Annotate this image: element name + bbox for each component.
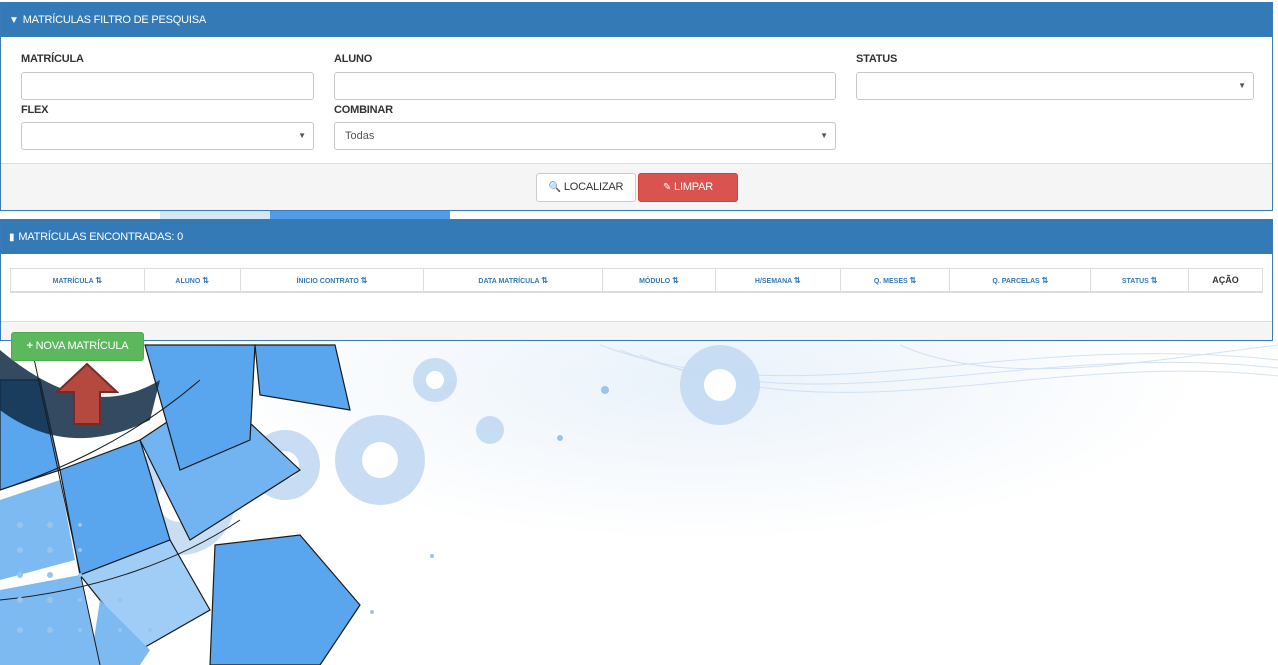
column-header[interactable]: Q. MESES ⇅ (841, 269, 951, 291)
combinar-label: COMBINAR (334, 104, 393, 116)
sort-icon: ⇅ (1041, 276, 1049, 285)
sort-icon: ⇅ (1150, 276, 1158, 285)
status-select[interactable]: ▼ (856, 72, 1254, 100)
status-label: STATUS (856, 53, 898, 65)
results-panel-footer (1, 321, 1272, 340)
combinar-select-value: Todas (345, 130, 375, 142)
limpar-button-label: LIMPAR (674, 181, 713, 193)
nova-matricula-button-label: NOVA MATRÍCULA (35, 340, 129, 352)
sort-icon: ⇅ (541, 276, 548, 285)
column-header-label: Q. PARCELAS (992, 278, 1040, 285)
column-header-label: ÍNICIO CONTRATO (296, 278, 359, 285)
column-header[interactable]: Q. PARCELAS ⇅ (950, 269, 1092, 291)
localizar-button[interactable]: 🔍 LOCALIZAR (536, 173, 636, 202)
column-header-acao: AÇÃO (1212, 275, 1239, 285)
flex-label: FLEX (21, 104, 49, 116)
nova-matricula-button[interactable]: + NOVA MATRÍCULA (11, 332, 144, 361)
column-header-label: Q. MESES (873, 278, 908, 285)
column-header[interactable]: ALUNO ⇅ (145, 269, 241, 291)
filter-icon: ▼ (9, 15, 19, 26)
results-panel: ▮ MATRÍCULAS ENCONTRADAS: 0 MATRÍCULA ⇅ A… (0, 219, 1273, 341)
caret-down-icon: ▼ (298, 131, 306, 140)
column-header-label: DATA MATRÍCULA (478, 278, 540, 285)
matricula-input[interactable] (21, 72, 314, 100)
filter-panel-footer: 🔍 LOCALIZAR ✎ LIMPAR (1, 163, 1272, 210)
filter-panel-title: MATRÍCULAS FILTRO DE PESQUISA (22, 14, 206, 26)
sort-icon: ⇅ (95, 276, 103, 285)
column-header-label: MATRÍCULA (52, 278, 94, 285)
column-header-label: H/SEMANA (754, 278, 792, 285)
filter-panel-header: ▼ MATRÍCULAS FILTRO DE PESQUISA (1, 3, 1272, 37)
column-header-label: STATUS (1121, 278, 1149, 285)
aluno-input[interactable] (334, 72, 836, 100)
caret-down-icon: ▼ (1238, 81, 1246, 90)
caret-down-icon: ▼ (820, 131, 828, 140)
aluno-label: ALUNO (334, 53, 373, 65)
plus-icon: + (26, 340, 33, 352)
filter-panel: ▼ MATRÍCULAS FILTRO DE PESQUISA MATRÍCULA… (0, 2, 1273, 211)
matricula-label: MATRÍCULA (21, 53, 84, 65)
column-header[interactable]: H/SEMANA ⇅ (716, 269, 841, 291)
results-table: MATRÍCULA ⇅ ALUNO ⇅ ÍNICIO CONTRATO ⇅ DA… (10, 268, 1263, 293)
column-header-label: ALUNO (175, 278, 201, 285)
results-panel-header: ▮ MATRÍCULAS ENCONTRADAS: 0 (1, 220, 1272, 254)
sort-icon: ⇅ (909, 276, 917, 285)
sort-icon: ⇅ (202, 276, 209, 285)
eraser-icon: ✎ (663, 182, 672, 193)
sort-icon: ⇅ (360, 276, 368, 285)
sort-icon: ⇅ (672, 276, 679, 285)
column-header[interactable]: MATRÍCULA ⇅ (11, 269, 145, 291)
sort-icon: ⇅ (793, 276, 801, 285)
arrow-up-icon (55, 362, 119, 425)
combinar-select[interactable]: Todas ▼ (334, 122, 836, 150)
search-icon: 🔍 (548, 182, 562, 193)
copy-icon: ▮ (9, 232, 15, 243)
localizar-button-label: LOCALIZAR (563, 181, 624, 193)
results-panel-title: MATRÍCULAS ENCONTRADAS: 0 (18, 231, 184, 243)
column-header-label: MÓDULO (639, 278, 671, 285)
column-header[interactable]: STATUS ⇅ (1091, 269, 1190, 291)
column-header[interactable]: ÍNICIO CONTRATO ⇅ (241, 269, 425, 291)
column-header[interactable]: DATA MATRÍCULA ⇅ (424, 269, 604, 291)
flex-select[interactable]: ▼ (21, 122, 314, 150)
limpar-button[interactable]: ✎ LIMPAR (638, 173, 738, 202)
column-header[interactable]: MÓDULO ⇅ (603, 269, 716, 291)
